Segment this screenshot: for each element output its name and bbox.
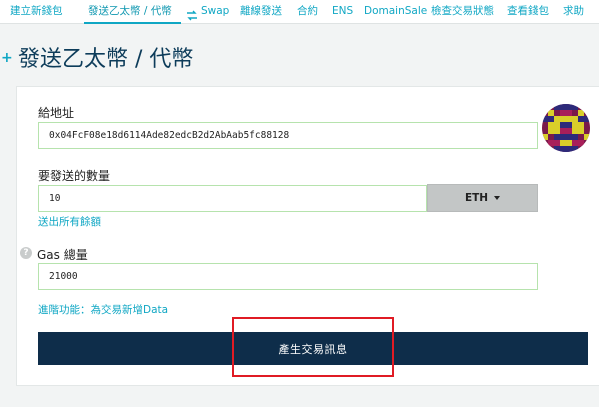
nav-item-contracts[interactable]: 合約	[297, 5, 318, 18]
top-navigation: 建立新錢包 發送乙太幣 / 代幣 Swap 離線發送 合約 ENS Domain…	[0, 0, 599, 24]
nav-item-help[interactable]: 求助	[563, 5, 584, 18]
unit-dropdown[interactable]: ETH	[427, 184, 538, 212]
nav-item-check-tx-status[interactable]: 檢查交易狀態	[431, 5, 494, 18]
gas-limit-label: Gas 總量	[37, 248, 88, 262]
page-title: 發送乙太幣 / 代幣	[18, 47, 194, 72]
generate-transaction-button[interactable]: 產生交易訊息	[38, 332, 588, 365]
to-address-label: 給地址	[38, 106, 75, 120]
nav-item-offline-send[interactable]: 離線發送	[240, 5, 282, 18]
advanced-add-data-link[interactable]: 進階功能：為交易新增Data	[38, 302, 168, 317]
nav-item-swap[interactable]: Swap	[201, 5, 229, 18]
nav-item-ens[interactable]: ENS	[332, 5, 353, 18]
title-plus-icon: +	[1, 50, 13, 66]
address-identicon-avatar	[542, 104, 590, 152]
active-tab-indicator	[84, 22, 181, 24]
amount-label: 要發送的數量	[38, 169, 111, 183]
swap-icon[interactable]	[186, 6, 198, 21]
nav-item-view-wallet[interactable]: 查看錢包	[507, 5, 549, 18]
amount-input[interactable]: 10	[38, 185, 427, 212]
to-address-input[interactable]: 0x04FcF08e18d6114Ade82edcB2d2AbAab5fc881…	[38, 122, 538, 149]
chevron-down-icon	[494, 196, 501, 200]
nav-item-create-wallet[interactable]: 建立新錢包	[10, 5, 63, 18]
help-icon[interactable]: ?	[20, 247, 32, 259]
send-entire-balance-link[interactable]: 送出所有餘額	[38, 214, 101, 229]
gas-limit-input[interactable]: 21000	[38, 263, 538, 290]
unit-dropdown-value: ETH	[464, 192, 489, 204]
nav-item-domainsale[interactable]: DomainSale	[364, 5, 427, 18]
nav-item-send-ether-tokens[interactable]: 發送乙太幣 / 代幣	[88, 5, 172, 18]
